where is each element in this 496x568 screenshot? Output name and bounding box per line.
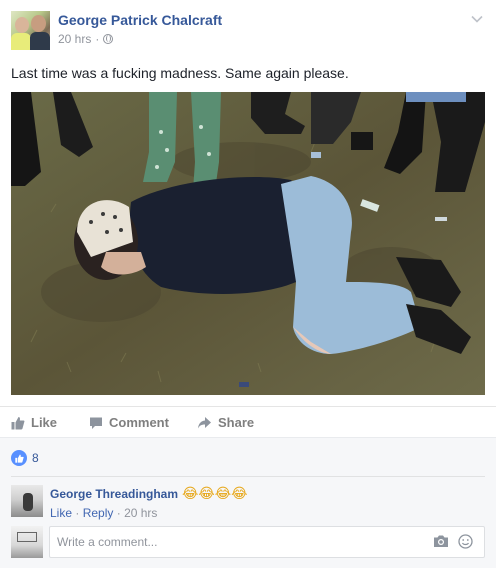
comment-input[interactable]: Write a comment... xyxy=(49,526,485,558)
comment-composer: Write a comment... xyxy=(11,526,485,560)
share-icon xyxy=(198,416,211,428)
comments-section: 8 George Threadingham 😂😂😂😂 Like · Reply … xyxy=(0,437,496,568)
comment-actions: Like · Reply · 20 hrs xyxy=(50,506,157,520)
like-reaction-icon xyxy=(11,450,27,466)
reaction-summary[interactable]: 8 xyxy=(11,450,39,466)
post-timestamp[interactable]: 20 hrs xyxy=(58,32,91,46)
comment-button-label: Comment xyxy=(109,415,169,430)
globe-icon[interactable] xyxy=(103,34,114,44)
post-text: Last time was a fucking madness. Same ag… xyxy=(11,65,349,81)
comment-timestamp[interactable]: 20 hrs xyxy=(124,506,157,520)
like-button[interactable]: Like xyxy=(11,415,57,430)
post-meta: 20 hrs · xyxy=(58,32,114,46)
comment-item: George Threadingham 😂😂😂😂 Like · Reply · … xyxy=(11,485,485,521)
commenter-avatar[interactable] xyxy=(11,485,43,517)
thumbs-up-icon xyxy=(11,416,25,429)
comment-like-link[interactable]: Like xyxy=(50,506,72,520)
emoji-icon[interactable] xyxy=(458,534,473,549)
comment-actions-separator: · xyxy=(75,506,80,520)
comment-icon xyxy=(90,417,102,429)
divider xyxy=(11,476,485,477)
comment-actions-separator-2: · xyxy=(116,506,121,520)
action-bar: Like Comment Share xyxy=(0,406,496,438)
camera-icon[interactable] xyxy=(433,534,449,548)
commenter-name[interactable]: George Threadingham xyxy=(50,487,178,501)
post-photo[interactable] xyxy=(11,92,485,395)
share-button[interactable]: Share xyxy=(197,415,254,430)
like-count: 8 xyxy=(32,451,39,465)
author-avatar[interactable] xyxy=(11,11,50,50)
author-name[interactable]: George Patrick Chalcraft xyxy=(58,12,222,28)
share-button-label: Share xyxy=(218,415,255,430)
chevron-down-icon[interactable] xyxy=(470,12,484,26)
meta-separator: · xyxy=(95,32,100,46)
facebook-post: George Patrick Chalcraft 20 hrs · Last t… xyxy=(0,0,496,568)
comment-text: 😂😂😂😂 xyxy=(182,485,248,501)
comment-reply-link[interactable]: Reply xyxy=(83,506,114,520)
comment-button[interactable]: Comment xyxy=(89,415,169,430)
like-button-label: Like xyxy=(31,415,58,430)
post-header: George Patrick Chalcraft 20 hrs · xyxy=(0,0,496,58)
current-user-avatar xyxy=(11,526,43,558)
